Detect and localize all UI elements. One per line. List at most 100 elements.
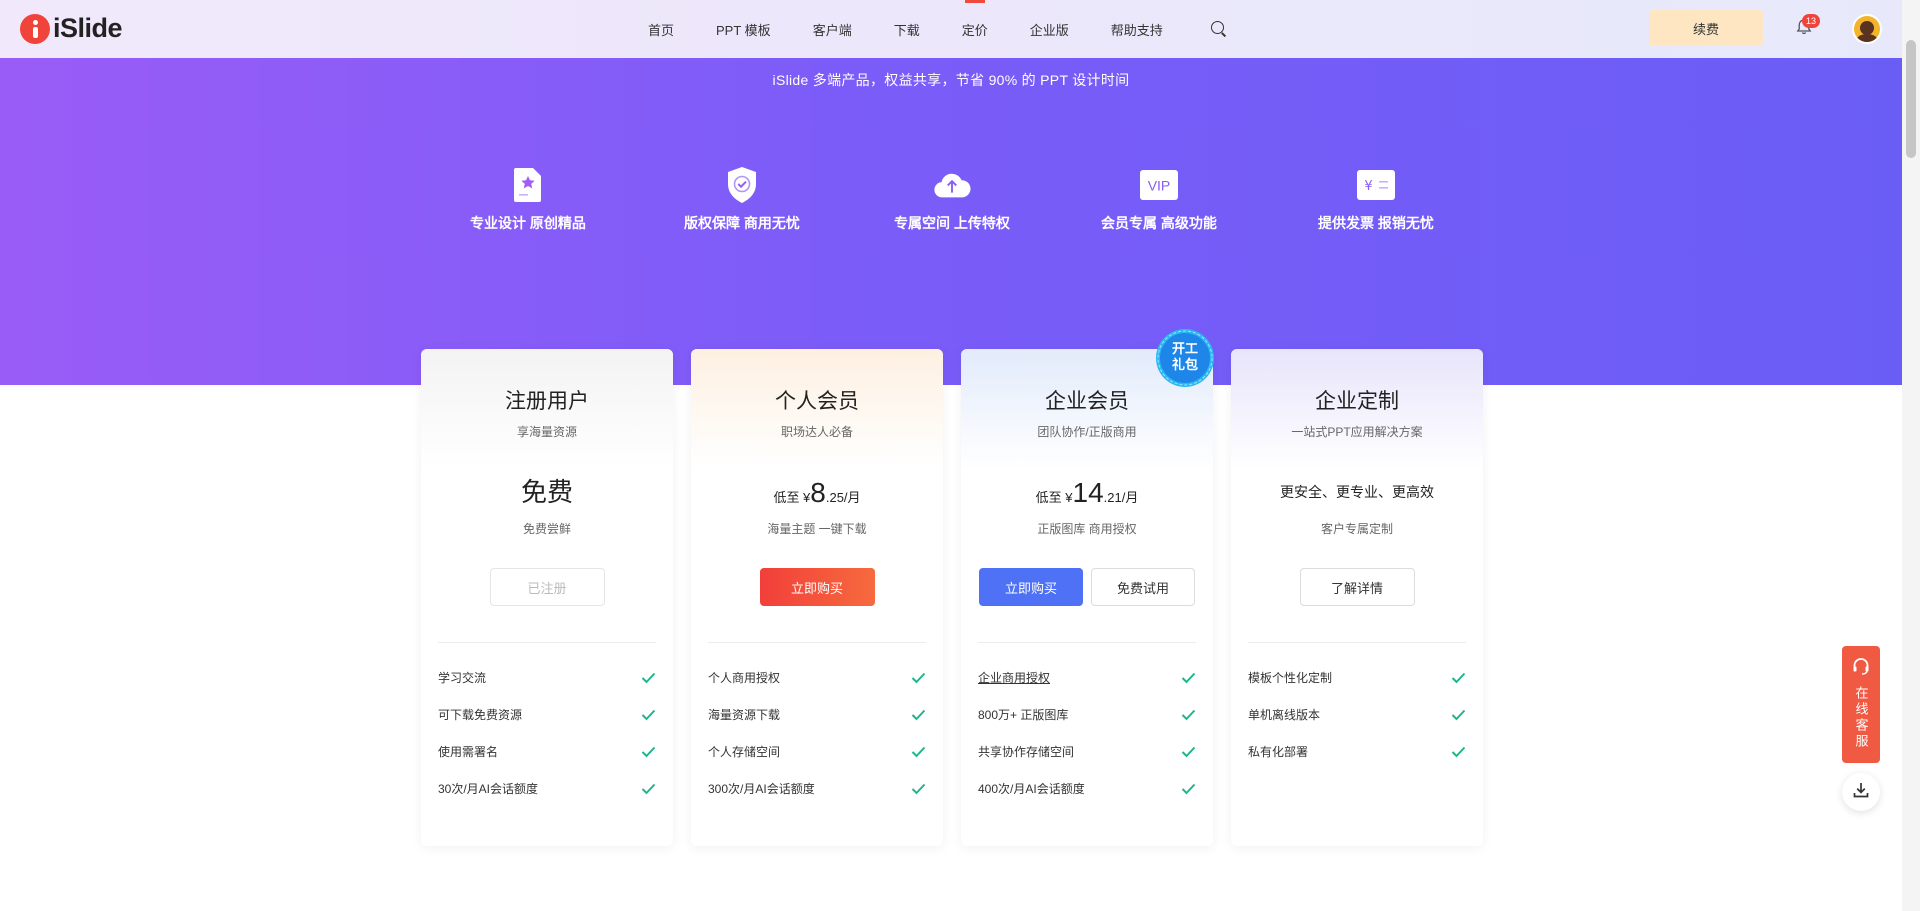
badge-text: 开工 礼包 [1155,341,1215,373]
feature-list: 模板个性化定制 单机离线版本 私有化部署 [1248,659,1466,770]
check-icon [1180,744,1196,760]
svg-text:VIP: VIP [1148,178,1171,194]
online-service-button[interactable]: 在线客服 [1842,646,1880,763]
feature-item: 400次/月AI会话额度 [978,770,1196,807]
price-amount: 8 [810,477,826,508]
nav-item-ppt-templates[interactable]: PPT 模板 [716,20,771,39]
feature-label: 个人商用授权 [708,671,781,685]
islide-logo[interactable]: iSlide [20,13,123,44]
check-icon [1180,781,1196,797]
search-icon[interactable] [1209,19,1229,39]
feature-list: 企业商用授权 800万+ 正版图库 共享协作存储空间 400次/月AI会话额度 [978,659,1196,807]
feature-item: 模板个性化定制 [1248,659,1466,696]
feature-label: 300次/月AI会话额度 [708,782,815,796]
gift-badge: 开工 礼包 [1155,328,1215,388]
svg-text:¥: ¥ [1364,179,1372,194]
hero-banner: iSlide 多端产品，权益共享，节省 90% 的 PPT 设计时间 专业设计 … [0,58,1902,385]
badge-line: 开工 [1171,341,1198,356]
plan-price: 更安全、更专业、更高效 [1231,477,1483,507]
feature-item: 个人商用授权 [708,659,926,696]
feature-item: 可下载免费资源 [438,696,656,733]
plan-actions: 已注册 [421,568,673,606]
nav-item-help[interactable]: 帮助支持 [1111,20,1163,39]
feature-item: 企业商用授权 [978,659,1196,696]
benefit-item: 版权保障 商用无忧 [652,166,832,233]
feature-label: 400次/月AI会话额度 [978,782,1085,796]
check-icon [1450,744,1466,760]
plan-actions: 立即购买 [691,568,943,606]
feature-item: 800万+ 正版图库 [978,696,1196,733]
price-text: 免费 [520,477,573,507]
check-icon [1450,670,1466,686]
buy-now-button[interactable]: 立即购买 [979,568,1083,606]
buy-now-button[interactable]: 立即购买 [759,568,875,606]
benefit-label: 专属空间 上传特权 [894,215,1010,231]
feature-item: 个人存储空间 [708,733,926,770]
feature-list: 学习交流 可下载免费资源 使用需署名 30次/月AI会话额度 [438,659,656,807]
feature-item: 单机离线版本 [1248,696,1466,733]
feature-label-link[interactable]: 企业商用授权 [978,669,1050,686]
headset-icon [1851,656,1871,681]
divider [978,642,1196,643]
download-icon [1852,781,1870,804]
page-scrollbar[interactable] [1902,0,1920,911]
free-trial-button[interactable]: 免费试用 [1091,568,1195,606]
feature-item: 私有化部署 [1248,733,1466,770]
nav-item-download[interactable]: 下载 [894,20,920,39]
plan-actions: 了解详情 [1231,568,1483,606]
check-icon [1180,670,1196,686]
benefit-label: 版权保障 商用无忧 [684,215,800,231]
plan-subtitle: 一站式PPT应用解决方案 [1291,425,1423,439]
benefit-item: 专业设计 原创精品 [438,166,618,233]
nav-item-home[interactable]: 首页 [648,20,674,39]
check-icon [910,670,926,686]
price-suffix: .25/月 [825,490,861,505]
plan-desc: 正版图库 商用授权 [1037,522,1137,536]
nav-item-client[interactable]: 客户端 [813,20,852,39]
check-icon [910,744,926,760]
check-icon [640,670,656,686]
logo-mark-icon [20,13,50,44]
plan-title: 企业定制 [1315,390,1399,413]
price-prefix: 低至 ¥ [1035,490,1073,505]
plan-desc: 客户专属定制 [1320,522,1393,536]
download-float-button[interactable] [1842,773,1880,811]
renew-button[interactable]: 续费 [1649,10,1763,46]
benefit-label: 会员专属 高级功能 [1101,215,1217,231]
price-text: 更安全、更专业、更高效 [1280,484,1434,500]
plan-subtitle: 团队协作/正版商用 [1037,425,1137,439]
badge-line: 礼包 [1171,357,1198,372]
feature-item: 30次/月AI会话额度 [438,770,656,807]
nav-item-enterprise[interactable]: 企业版 [1030,20,1069,39]
feature-item: 共享协作存储空间 [978,733,1196,770]
price-suffix: .21/月 [1103,490,1139,505]
check-icon [640,744,656,760]
feature-item: 学习交流 [438,659,656,696]
divider [1248,642,1466,643]
feature-item: 海量资源下载 [708,696,926,733]
plan-price: 低至 ¥14.21/月 [961,477,1213,509]
plan-title: 个人会员 [775,390,859,413]
scrollbar-thumb[interactable] [1906,40,1916,158]
divider [708,642,926,643]
main-nav: 首页 PPT 模板 客户端 下载 定价 企业版 帮助支持 [648,0,1229,58]
plan-subtitle: 享海量资源 [516,425,577,439]
benefit-label: 提供发票 报销无忧 [1318,215,1434,231]
design-doc-icon [509,166,547,204]
plan-desc: 海量主题 一键下载 [767,522,867,536]
user-avatar[interactable] [1852,14,1882,44]
check-icon [640,781,656,797]
plan-title: 企业会员 [1045,390,1129,413]
learn-more-button[interactable]: 了解详情 [1299,568,1415,606]
check-icon [910,781,926,797]
feature-label: 共享协作存储空间 [978,745,1075,759]
feature-label: 海量资源下载 [708,708,781,722]
feature-label: 单机离线版本 [1248,708,1321,722]
shield-check-icon [723,166,761,204]
price-prefix: 低至 ¥ [773,490,811,505]
check-icon [910,707,926,723]
benefit-label: 专业设计 原创精品 [470,215,586,231]
feature-label: 模板个性化定制 [1248,671,1333,685]
registered-button[interactable]: 已注册 [489,568,605,606]
nav-item-pricing[interactable]: 定价 [962,20,988,39]
